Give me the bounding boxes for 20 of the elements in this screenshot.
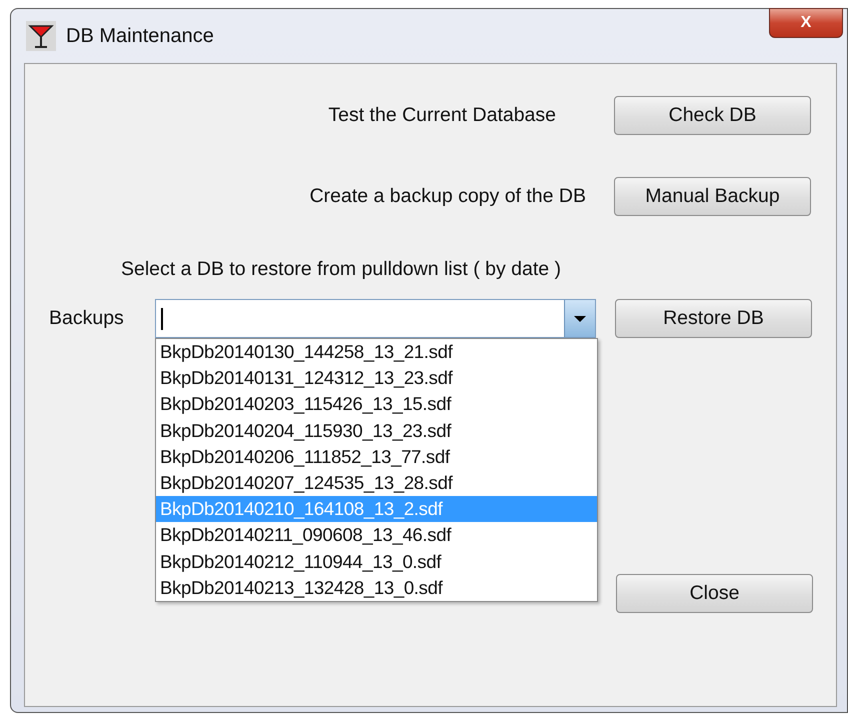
backup-option[interactable]: BkpDb20140204_115930_13_23.sdf (156, 418, 597, 444)
backup-option[interactable]: BkpDb20140211_090608_13_46.sdf (156, 522, 597, 549)
cocktail-glass-icon (26, 21, 56, 51)
close-dialog-button[interactable]: Close (616, 574, 813, 613)
backup-option[interactable]: BkpDb20140206_111852_13_77.sdf (156, 444, 597, 470)
window-close-button[interactable]: X (769, 8, 843, 38)
backup-option[interactable]: BkpDb20140130_144258_13_21.sdf (156, 339, 597, 366)
action-button[interactable]: Manual Backup (614, 177, 811, 216)
restore-button[interactable]: Restore DB (615, 299, 812, 338)
action-label: Test the Current Database (328, 104, 556, 127)
action-label: Create a backup copy of the DB (310, 185, 586, 208)
backup-option[interactable]: BkpDb20140212_110944_13_0.sdf (156, 548, 597, 575)
backup-option[interactable]: BkpDb20140207_124535_13_28.sdf (156, 470, 597, 496)
backup-option[interactable]: BkpDb20140213_132428_13_0.sdf (156, 574, 597, 602)
field-label: Backups (49, 307, 125, 330)
restore-instruction: Select a DB to restore from pulldown list ( by date ) (121, 258, 562, 281)
action-button[interactable]: Check DB (614, 96, 811, 135)
backup-option[interactable]: BkpDb20140203_115426_13_15.sdf (156, 391, 597, 418)
backup-option[interactable]: BkpDb20140131_124312_13_23.sdf (156, 365, 597, 392)
window-title: DB Maintenance (66, 24, 214, 48)
